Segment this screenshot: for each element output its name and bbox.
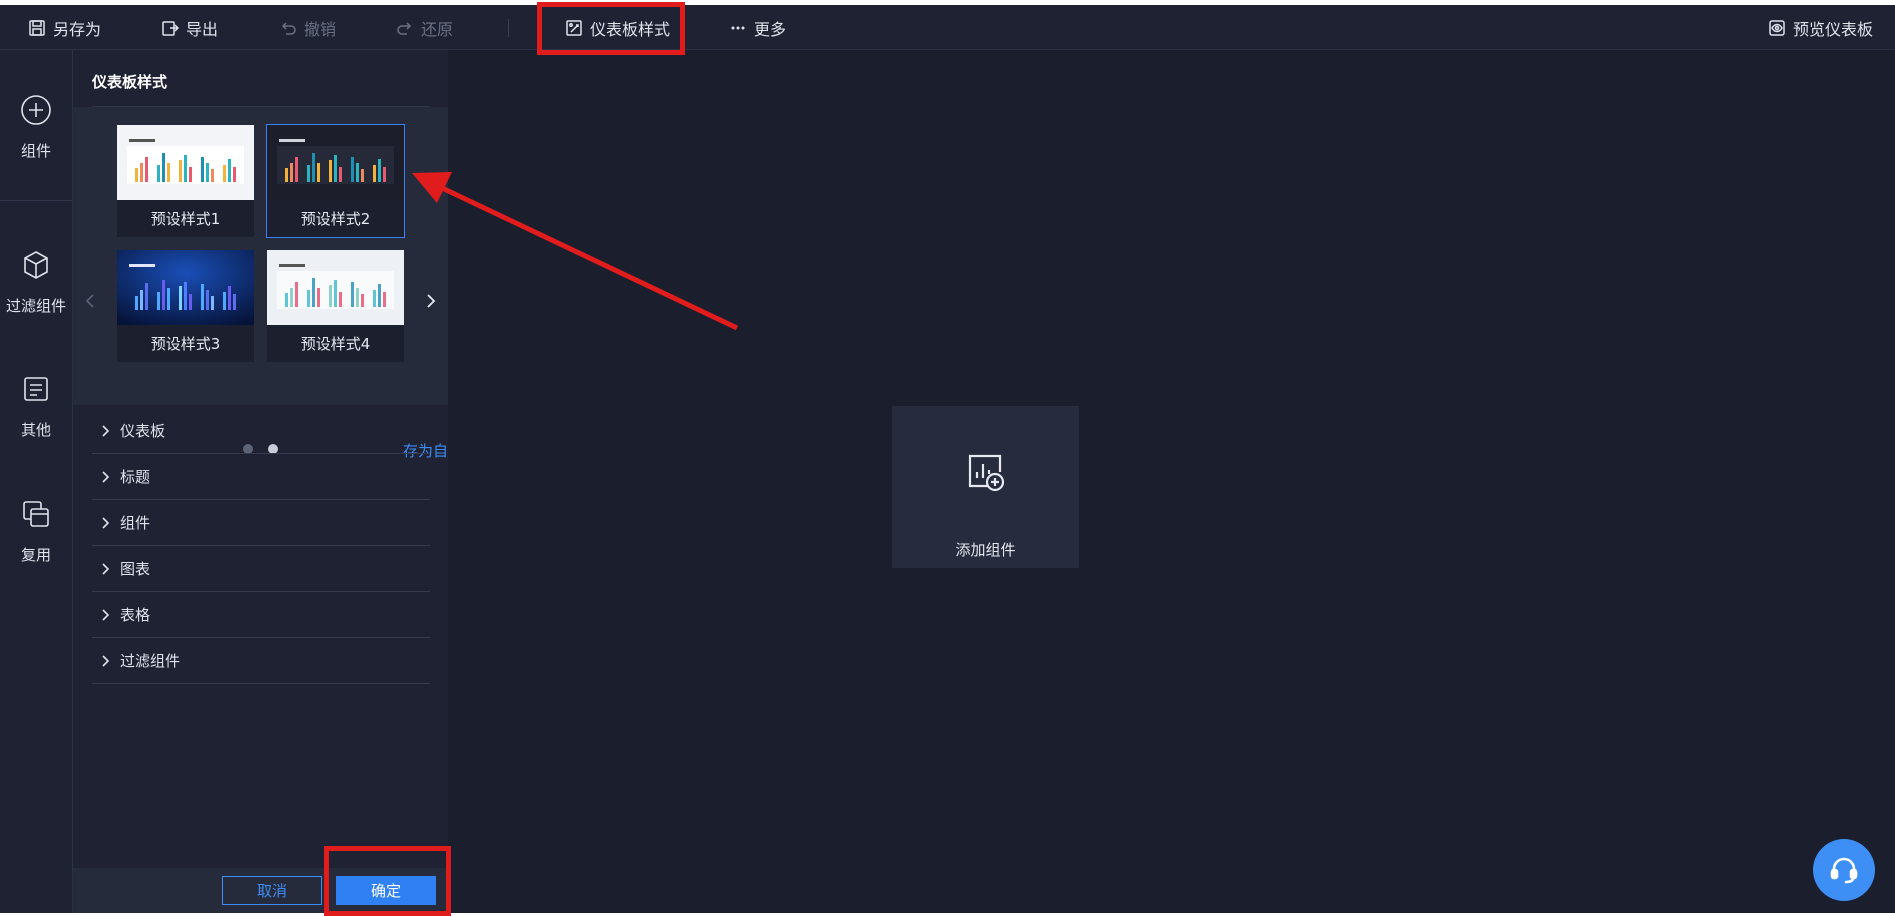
- toolbar-divider: [508, 19, 509, 37]
- save-as-button[interactable]: 另存为: [28, 5, 101, 50]
- preset-style-1[interactable]: 预设样式1: [117, 125, 254, 237]
- preset-label: 预设样式3: [150, 335, 221, 353]
- more-label: 更多: [754, 19, 787, 39]
- rail-item-other[interactable]: 其他: [0, 373, 72, 440]
- cancel-button[interactable]: 取消: [222, 876, 322, 905]
- section-title[interactable]: 标题: [92, 454, 430, 500]
- chevron-right-icon: [102, 608, 110, 621]
- preset-label: 预设样式2: [300, 210, 371, 228]
- dashboard-canvas: 添加组件: [448, 50, 1895, 913]
- section-label: 仪表板: [120, 422, 166, 440]
- chevron-right-icon: [102, 562, 110, 575]
- export-icon: [162, 20, 179, 36]
- section-chart[interactable]: 图表: [92, 546, 430, 592]
- section-label: 过滤组件: [120, 652, 181, 670]
- undo-icon: [281, 21, 296, 35]
- rail-item-filter[interactable]: 过滤组件: [0, 249, 72, 316]
- preview-eye-icon: [1769, 19, 1785, 36]
- add-component-label: 添加组件: [955, 541, 1016, 559]
- preset-preview: [117, 250, 254, 325]
- rail-divider: [0, 200, 72, 201]
- add-component-card[interactable]: 添加组件: [892, 406, 1079, 568]
- dashboard-editor: 另存为 导出 撤销 还原 仪表板样式 更多 预览仪表板 组件 过滤组件 其他 复…: [0, 5, 1895, 913]
- undo-label: 撤销: [304, 19, 337, 39]
- section-dashboard[interactable]: 仪表板: [92, 408, 430, 454]
- rail-item-component[interactable]: 组件: [0, 94, 72, 161]
- dashboard-style-label: 仪表板样式: [590, 19, 671, 39]
- preset-preview: [267, 250, 404, 325]
- rail-item-label: 复用: [20, 546, 51, 564]
- save-as-label: 另存为: [53, 19, 102, 39]
- bar-chart-thumbnail-icon: [117, 250, 254, 325]
- panel-title: 仪表板样式: [92, 73, 168, 91]
- save-icon: [29, 19, 45, 36]
- rail-item-reuse[interactable]: 复用: [0, 498, 72, 565]
- redo-button[interactable]: 还原: [396, 5, 453, 50]
- section-table[interactable]: 表格: [92, 592, 430, 638]
- style-brush-icon: [566, 19, 582, 36]
- add-chart-icon: [968, 454, 1005, 492]
- rail-item-label: 组件: [20, 142, 51, 160]
- section-component[interactable]: 组件: [92, 500, 430, 546]
- bar-chart-thumbnail-icon: [267, 250, 404, 325]
- export-button[interactable]: 导出: [161, 5, 218, 50]
- document-icon: [24, 377, 48, 401]
- customer-service-button[interactable]: [1813, 839, 1875, 901]
- style-panel: 仪表板样式 预设样式1 预设样式2 预设样式3 预设样式4 仪表板 标题 组件 …: [73, 50, 508, 913]
- preset-style-3[interactable]: 预设样式3: [117, 250, 254, 362]
- preset-preview: [117, 125, 254, 200]
- redo-icon: [397, 21, 412, 35]
- redo-label: 还原: [421, 19, 454, 39]
- preset-preview: [267, 125, 404, 200]
- panel-footer: 取消 确定: [73, 868, 448, 913]
- section-filter-component[interactable]: 过滤组件: [92, 638, 430, 684]
- preview-dashboard-label: 预览仪表板: [1793, 19, 1874, 39]
- more-button[interactable]: 更多: [729, 5, 786, 50]
- bar-chart-thumbnail-icon: [117, 125, 254, 200]
- export-label: 导出: [186, 19, 219, 39]
- chevron-right-icon: [102, 654, 110, 667]
- chevron-right-icon: [102, 424, 110, 437]
- chevron-right-icon[interactable]: [421, 292, 439, 310]
- section-label: 组件: [120, 514, 151, 532]
- preset-style-4[interactable]: 预设样式4: [267, 250, 404, 362]
- confirm-button[interactable]: 确定: [336, 876, 436, 905]
- copy-icon: [23, 501, 49, 527]
- cube-icon: [24, 251, 48, 279]
- chevron-left-icon[interactable]: [82, 292, 100, 310]
- more-dots-icon: [731, 26, 745, 29]
- preset-label: 预设样式1: [150, 210, 221, 228]
- preset-label: 预设样式4: [300, 335, 371, 353]
- preset-gallery: 预设样式1 预设样式2 预设样式3 预设样式4: [73, 107, 508, 460]
- preset-style-2[interactable]: 预设样式2: [266, 124, 405, 238]
- rail-item-label: 过滤组件: [5, 297, 66, 315]
- headset-icon: [1830, 857, 1858, 884]
- section-label: 表格: [120, 606, 151, 624]
- left-rail: 组件 过滤组件 其他 复用: [0, 50, 73, 913]
- preview-dashboard-button[interactable]: 预览仪表板: [1768, 5, 1873, 50]
- plus-circle-icon: [21, 95, 51, 125]
- dashboard-style-button[interactable]: 仪表板样式: [565, 5, 670, 50]
- undo-button[interactable]: 撤销: [279, 5, 336, 50]
- top-toolbar: 另存为 导出 撤销 还原 仪表板样式 更多 预览仪表板: [0, 5, 1895, 50]
- section-label: 图表: [120, 560, 151, 578]
- section-label: 标题: [120, 468, 151, 486]
- chevron-right-icon: [102, 516, 110, 529]
- rail-item-label: 其他: [20, 421, 51, 439]
- bar-chart-thumbnail-icon: [267, 125, 404, 200]
- chevron-right-icon: [102, 470, 110, 483]
